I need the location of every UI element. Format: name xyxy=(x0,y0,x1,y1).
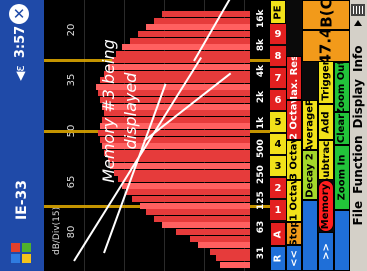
blank-blue-cell[interactable] xyxy=(302,200,318,271)
clear-button[interactable]: Clear xyxy=(334,112,350,145)
y-tick-label: 20 xyxy=(66,23,77,37)
octave-1-1-button[interactable]: 1/1 Octave xyxy=(286,180,302,222)
spectrum-bar xyxy=(104,149,250,156)
title-bar: IE-33 ◀ε 3:57 ✕ xyxy=(0,0,44,271)
menu-bar: File Function Display Info xyxy=(350,0,367,271)
y-tick-label: 65 xyxy=(66,175,77,189)
mode-a-button[interactable]: A xyxy=(270,222,286,246)
memory-button[interactable]: Memory xyxy=(318,180,334,232)
close-button[interactable]: ✕ xyxy=(9,4,29,24)
next-button[interactable]: >> xyxy=(318,232,334,271)
windows-flag-icon[interactable] xyxy=(9,241,33,265)
menu-function[interactable]: Function xyxy=(351,135,365,193)
unit-readout: dB(C) xyxy=(302,0,350,30)
row-number: 6 xyxy=(270,90,286,110)
spectrum-bar xyxy=(216,255,250,262)
spectrum-bar xyxy=(116,50,250,57)
trigger-button[interactable]: Trigger xyxy=(318,56,334,104)
blank-blue-cell-2 xyxy=(334,210,350,271)
band-label: 31 xyxy=(256,246,266,260)
y-axis-label: dB/Div(15) xyxy=(52,206,62,255)
stop-button[interactable]: Stop xyxy=(286,222,302,245)
level-readout: 47.4 xyxy=(302,30,350,62)
row-number: 1 xyxy=(270,200,286,220)
band-label-column: 31 63 125 250 500 1k 2k 4k 8k 16k xyxy=(252,0,270,271)
add-button[interactable]: Add xyxy=(318,104,334,140)
row-number: 4 xyxy=(270,134,286,154)
spectrum-bar xyxy=(122,44,250,51)
spectrum-bar xyxy=(154,17,250,24)
row-number: 7 xyxy=(270,68,286,88)
spectrum-bar xyxy=(108,156,250,163)
clock: 3:57 xyxy=(13,25,28,59)
band-label: 16k xyxy=(256,9,266,28)
spectrum-bar xyxy=(146,209,250,216)
spectrum-bar xyxy=(138,31,250,37)
band-label: 1k xyxy=(256,116,266,130)
menu-display[interactable]: Display xyxy=(351,79,365,128)
spectrum-bar xyxy=(190,235,250,242)
spectrum-bar xyxy=(198,242,250,249)
spectrum-bar xyxy=(146,24,250,31)
subtract-button[interactable]: Subtract xyxy=(318,140,334,180)
spectrum-bar xyxy=(162,11,250,18)
band-label: 63 xyxy=(256,220,266,234)
row-number: 2 xyxy=(270,178,286,198)
control-strip: R A 1 2 3 4 5 6 7 8 9 PE << Stop 1/1 Oct… xyxy=(270,0,350,271)
band-label: 4k xyxy=(256,64,266,78)
spectrum-plot: 80 65 50 35 20 dB/Div(15) Memory #3 bein… xyxy=(44,0,270,271)
mode-r-button[interactable]: R xyxy=(270,246,286,271)
spectrum-bar xyxy=(210,248,250,255)
spectrum-bar xyxy=(122,182,250,189)
spectrum-bar xyxy=(126,189,250,196)
y-tick-label: 80 xyxy=(66,225,77,239)
y-tick-label: 35 xyxy=(66,73,77,87)
pe-label: PE xyxy=(270,0,286,24)
previous-button[interactable]: << xyxy=(286,245,302,271)
spectrum-bar xyxy=(132,196,250,202)
menu-file[interactable]: File xyxy=(351,201,365,226)
band-label: 500 xyxy=(256,139,266,158)
zoom-out-button[interactable]: Zoom Out xyxy=(334,62,350,112)
spectrum-bar xyxy=(162,222,250,229)
band-label: 125 xyxy=(256,191,266,210)
band-label: 8k xyxy=(256,38,266,52)
octave-1-2-button[interactable]: 1/2 Octave xyxy=(286,100,302,140)
decay-button[interactable]: Decay 2 xyxy=(302,150,318,200)
row-number: 3 xyxy=(270,156,286,176)
octave-1-3-button[interactable]: 1/3 Octave xyxy=(286,140,302,180)
spectrum-bar xyxy=(112,57,250,64)
spectrum-bar xyxy=(130,37,250,44)
max-res-button[interactable]: Max. Res. xyxy=(286,56,302,100)
spectrum-bar xyxy=(118,176,250,183)
spectrum-bar xyxy=(140,202,250,209)
menu-items: File Function Display Info xyxy=(349,0,366,271)
spectrum-bar xyxy=(154,215,250,222)
spectrum-bar xyxy=(176,229,250,235)
zoom-in-button[interactable]: Zoom In xyxy=(334,145,350,210)
app-title: IE-33 xyxy=(14,179,30,221)
band-label: 2k xyxy=(256,90,266,104)
spectrum-bar xyxy=(220,262,250,268)
menu-info[interactable]: Info xyxy=(351,46,365,72)
spectrum-bar xyxy=(108,64,250,70)
app-screen: IE-33 ◀ε 3:57 ✕ 80 65 50 35 20 dB/Div(15… xyxy=(0,0,367,271)
row-number: 8 xyxy=(270,46,286,66)
row-number: 5 xyxy=(270,112,286,132)
average-button[interactable]: AverageP xyxy=(302,100,318,150)
row-number: 9 xyxy=(270,24,286,44)
memory-status-text: Memory #3 being displayed xyxy=(99,39,140,183)
band-label: 250 xyxy=(256,165,266,184)
